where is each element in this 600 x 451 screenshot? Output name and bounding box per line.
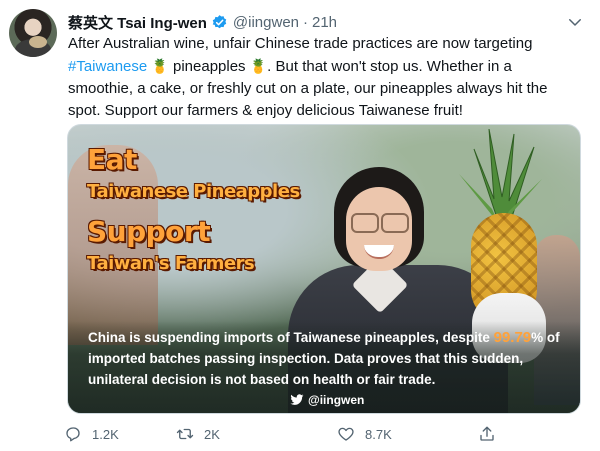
heart-icon	[338, 427, 354, 441]
tweet-header: 蔡英文 Tsai Ing-wen @iingwen · 21h	[68, 11, 337, 33]
chevron-down-icon[interactable]	[566, 13, 584, 31]
reply-icon	[66, 427, 80, 442]
retweet-count: 2K	[204, 426, 220, 442]
tweet-text: After Australian wine, unfair Chinese tr…	[68, 33, 568, 122]
like-button[interactable]: 8.7K	[337, 425, 392, 443]
hashtag-link[interactable]: #Taiwanese	[68, 58, 147, 75]
share-icon	[480, 426, 494, 441]
image-caption: China is suspending imports of Taiwanese…	[88, 327, 568, 390]
share-button[interactable]	[478, 425, 506, 443]
tweet-actions: 1.2K 2K 8.7K	[62, 425, 502, 447]
handle[interactable]: @iingwen	[233, 14, 299, 31]
caption-part1: China is suspending imports of Taiwanese…	[88, 330, 490, 345]
pineapple-leaves-icon	[459, 129, 542, 224]
overlay-support: Support	[87, 215, 211, 248]
overlay-taiwanese-pineapples: Taiwanese Pineapples	[87, 181, 300, 202]
glasses-right	[381, 213, 409, 233]
timestamp[interactable]: 21h	[312, 14, 337, 31]
glasses-left	[351, 213, 379, 233]
author-avatar[interactable]	[9, 9, 57, 57]
tweet-image[interactable]: Eat Taiwanese Pineapples Support Taiwan'…	[67, 124, 581, 414]
pineapple-emoji-2: 🍍	[249, 58, 268, 74]
tweet-text-line1: After Australian wine, unfair Chinese tr…	[68, 35, 533, 52]
retweet-icon	[176, 428, 194, 440]
reply-button[interactable]: 1.2K	[64, 425, 119, 443]
reply-count: 1.2K	[92, 426, 119, 442]
watermark-handle: @iingwen	[308, 393, 365, 407]
retweet-button[interactable]: 2K	[176, 425, 220, 443]
tweet-text-pineapples: pineapples	[168, 58, 250, 75]
separator-dot: ·	[303, 13, 308, 31]
pineapple-emoji: 🍍	[151, 58, 169, 74]
verified-badge-icon	[212, 14, 227, 28]
like-count: 8.7K	[365, 426, 392, 442]
overlay-eat: Eat	[87, 143, 137, 176]
twitter-bird-icon	[290, 394, 304, 405]
caption-percentage: 99.79	[493, 329, 532, 346]
image-watermark: @iingwen	[290, 393, 364, 407]
overlay-farmers: Taiwan's Farmers	[87, 253, 255, 274]
display-name[interactable]: 蔡英文 Tsai Ing-wen	[68, 12, 207, 33]
